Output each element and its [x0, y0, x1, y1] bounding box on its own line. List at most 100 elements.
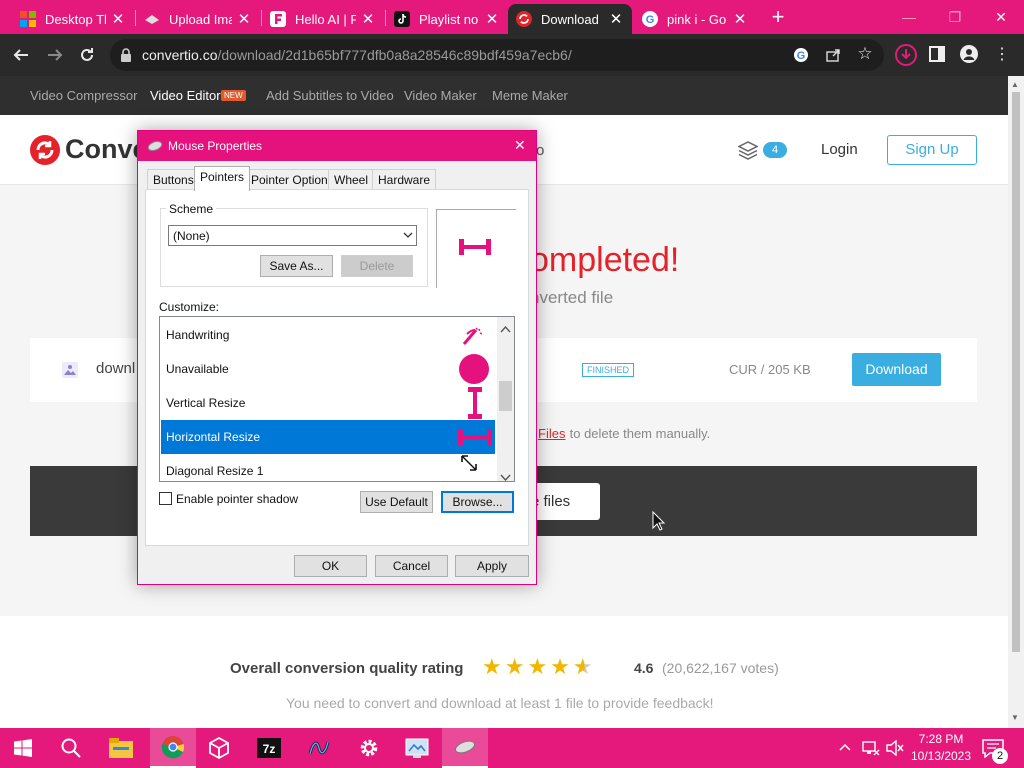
use-default-button[interactable]: Use Default: [360, 491, 433, 513]
scroll-down-icon[interactable]: [500, 469, 511, 481]
svg-text:7z: 7z: [263, 742, 276, 756]
cancel-button[interactable]: Cancel: [375, 555, 448, 577]
scrollbar-thumb[interactable]: [1012, 92, 1020, 652]
mouse-properties-taskbar-icon[interactable]: [442, 728, 488, 768]
login-link[interactable]: Login: [821, 141, 858, 158]
pointer-shadow-checkbox[interactable]: [159, 492, 172, 505]
3d-viewer-icon[interactable]: [196, 728, 242, 768]
address-bar[interactable]: convertio.co/download/2d1b65bf777dfb0a8a…: [110, 39, 884, 71]
clock-time[interactable]: 7:28 PM: [912, 732, 970, 746]
clock-date[interactable]: 10/13/2023: [908, 749, 974, 763]
control-panel-icon[interactable]: [394, 728, 440, 768]
tab-pointer-options[interactable]: Pointer Options: [245, 169, 340, 190]
item-name: Diagonal Resize 1: [166, 464, 264, 478]
close-icon[interactable]: ✕: [484, 10, 500, 28]
list-item[interactable]: Unavailable: [161, 352, 495, 386]
profile-icon[interactable]: [960, 45, 978, 63]
scroll-up-icon[interactable]: ▲: [1011, 80, 1019, 89]
settings-gear-icon[interactable]: [346, 728, 392, 768]
list-item[interactable]: Handwriting: [161, 318, 495, 352]
list-item-selected[interactable]: Horizontal Resize: [161, 420, 495, 454]
google-lens-icon[interactable]: G: [792, 46, 810, 64]
nav-video-maker[interactable]: Video Maker: [404, 88, 477, 103]
tab-title: Hello AI | F: [295, 11, 356, 27]
list-item[interactable]: Diagonal Resize 1: [161, 454, 495, 481]
vertical-resize-icon: [466, 386, 484, 423]
start-windows-icon[interactable]: [0, 728, 46, 768]
reload-icon[interactable]: [76, 44, 98, 66]
close-icon[interactable]: ✕: [732, 10, 748, 28]
download-indicator-icon[interactable]: [894, 43, 918, 67]
list-scrollbar-thumb[interactable]: [499, 381, 512, 411]
logo-text[interactable]: Conve: [65, 134, 148, 165]
close-icon[interactable]: ✕: [608, 10, 624, 28]
download-button[interactable]: Download: [852, 353, 941, 386]
delete-button[interactable]: Delete: [341, 255, 413, 277]
tab-hello-ai[interactable]: Hello AI | F ✕: [262, 4, 384, 34]
restore-button[interactable]: ❐: [932, 0, 978, 34]
nav-video-compressor[interactable]: Video Compressor: [30, 88, 137, 103]
f-logo-icon: [270, 11, 286, 27]
layers-icon[interactable]: [737, 140, 759, 165]
search-icon[interactable]: [48, 728, 94, 768]
horizontal-resize-icon: [457, 428, 493, 449]
scroll-down-icon[interactable]: ▼: [1011, 713, 1019, 722]
signup-button[interactable]: Sign Up: [887, 135, 977, 165]
rating-votes: (20,622,167 votes): [662, 660, 779, 676]
tab-desktop[interactable]: Desktop Th ✕: [12, 4, 134, 34]
tab-pointers[interactable]: Pointers: [194, 166, 251, 191]
pointer-list[interactable]: Handwriting Unavailable Vertical Resize …: [159, 316, 515, 482]
file-explorer-icon[interactable]: [98, 728, 144, 768]
save-as-button[interactable]: Save As...: [260, 255, 333, 277]
tab-hardware[interactable]: Hardware: [372, 169, 437, 190]
share-icon[interactable]: [824, 46, 842, 64]
nav-meme-maker[interactable]: Meme Maker: [492, 88, 568, 103]
browser-tab-bar: Desktop Th ✕ Upload Ima ✕ Hello AI | F ✕…: [0, 0, 1024, 34]
scheme-dropdown[interactable]: (None): [168, 225, 417, 246]
back-arrow-icon[interactable]: [10, 44, 32, 66]
tab-title: Download: [541, 11, 599, 27]
7zip-icon[interactable]: 7z: [246, 728, 292, 768]
ok-button[interactable]: OK: [294, 555, 367, 577]
page-scrollbar[interactable]: ▲ ▼: [1008, 76, 1024, 728]
app-logo-icon[interactable]: [296, 728, 342, 768]
tab-wheel[interactable]: Wheel: [328, 169, 375, 190]
windows-logo-icon: [20, 11, 36, 27]
side-panel-icon[interactable]: [928, 45, 946, 63]
stack-count-badge: 4: [763, 142, 787, 158]
volume-muted-icon[interactable]: [886, 739, 904, 761]
tab-upload[interactable]: Upload Ima ✕: [136, 4, 260, 34]
nav-video-editor[interactable]: Video Editor: [150, 88, 221, 103]
close-icon[interactable]: ✕: [110, 10, 126, 28]
scroll-up-icon[interactable]: [500, 320, 511, 338]
tab-buttons[interactable]: Buttons: [147, 169, 200, 190]
tab-download-active[interactable]: Download ✕: [508, 4, 632, 34]
chrome-icon[interactable]: [150, 728, 196, 768]
dialog-close-icon[interactable]: ✕: [514, 137, 526, 154]
tab-playlist[interactable]: Playlist no ✕: [386, 4, 508, 34]
list-scrollbar[interactable]: [497, 317, 514, 481]
header-partial-text: o: [536, 142, 545, 159]
window-close-button[interactable]: ✕: [978, 0, 1024, 34]
convertio-logo-icon[interactable]: [30, 135, 60, 170]
forward-arrow-icon[interactable]: [44, 44, 66, 66]
apply-button[interactable]: Apply: [455, 555, 529, 577]
tab-google[interactable]: G pink i - Go ✕: [634, 4, 756, 34]
bookmark-star-icon[interactable]: ☆: [856, 44, 874, 63]
chevron-up-icon[interactable]: [838, 740, 852, 759]
browser-toolbar: convertio.co/download/2d1b65bf777dfb0a8a…: [0, 34, 1024, 76]
nav-add-subtitles[interactable]: Add Subtitles to Video: [266, 88, 394, 103]
close-icon[interactable]: ✕: [236, 10, 252, 28]
minimize-button[interactable]: —: [886, 0, 932, 34]
list-item[interactable]: Vertical Resize: [161, 386, 495, 420]
browse-button[interactable]: Browse...: [441, 491, 514, 513]
tab-title: Playlist no: [419, 11, 479, 27]
network-icon[interactable]: [862, 740, 880, 761]
close-icon[interactable]: ✕: [360, 10, 376, 28]
convertio-icon: [516, 11, 532, 27]
new-tab-button[interactable]: +: [766, 6, 790, 30]
delete-files-link[interactable]: Files: [538, 426, 565, 441]
dialog-title-bar[interactable]: Mouse Properties ✕: [138, 131, 536, 161]
mouse-icon: [147, 140, 163, 155]
menu-dots-icon[interactable]: ⋮: [994, 45, 1010, 63]
